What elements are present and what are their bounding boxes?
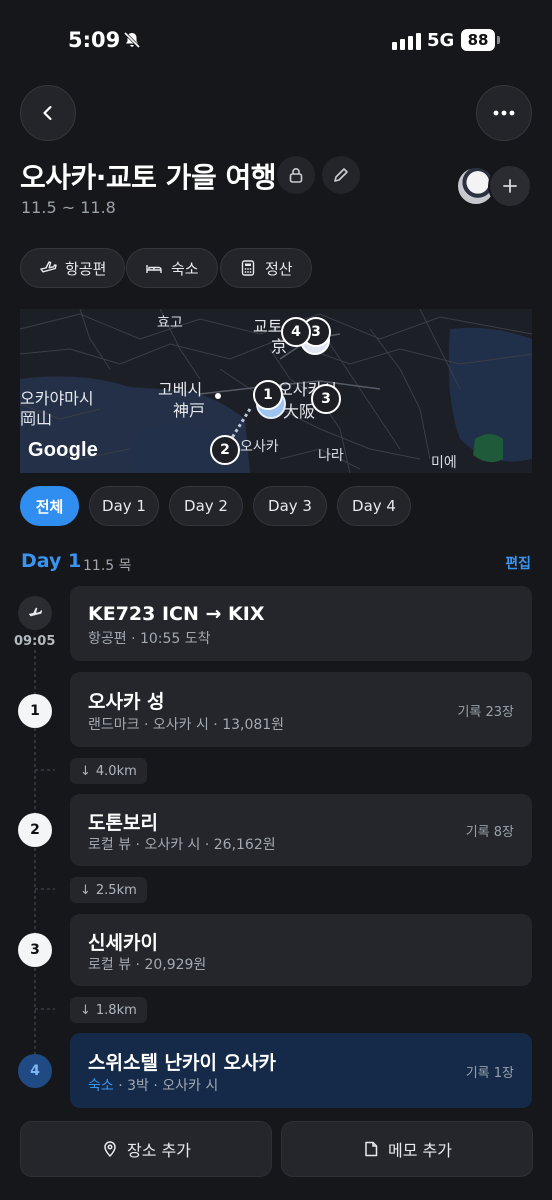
map-pin-2[interactable]: 2 <box>210 435 240 465</box>
calculator-icon <box>241 260 255 276</box>
map-pin-3[interactable]: 3 <box>311 384 341 414</box>
distance-badge-2: ↓ 2.5km <box>70 877 147 903</box>
place-card-2[interactable]: 도톤보리 로컬 뷰 · 오사카 시 · 26,162원 기록 8장 <box>70 794 532 866</box>
place-number-2: 2 <box>18 813 52 847</box>
place-subtitle-4-rest: · 3박 · 오사카 시 <box>113 1078 219 1094</box>
map-label-hyogo: 효고 <box>157 315 183 331</box>
place-name-4: 스위소텔 난카이 오사카 <box>88 1052 277 1074</box>
place-subtitle-1: 랜드마크 · 오사카 시 · 13,081원 <box>88 717 285 733</box>
lock-icon <box>289 168 303 183</box>
distance-value-2: 2.5km <box>95 882 137 898</box>
arrow-down-icon: ↓ <box>80 1002 91 1018</box>
place-number-3: 3 <box>18 933 52 967</box>
flight-chip[interactable]: 항공편 <box>20 248 126 288</box>
distance-badge-3: ↓ 1.8km <box>70 997 147 1023</box>
memo-icon <box>365 1141 378 1157</box>
settlement-chip[interactable]: 정산 <box>220 248 312 288</box>
add-memo-button[interactable]: 메모 추가 <box>281 1121 533 1177</box>
place-card-3[interactable]: 신세카이 로컬 뷰 · 20,929원 <box>70 914 532 986</box>
airplane-icon <box>28 607 43 617</box>
tab-day-2[interactable]: Day 2 <box>169 486 243 526</box>
place-records-2[interactable]: 기록 8장 <box>466 821 514 840</box>
day-title: Day 1 <box>21 550 82 572</box>
edit-title-button[interactable] <box>322 156 360 194</box>
flight-timeline-dot <box>18 596 52 630</box>
location-pin-icon <box>104 1141 116 1158</box>
map-label-nara: 나라 <box>318 448 344 464</box>
tab-day-4[interactable]: Day 4 <box>337 486 411 526</box>
place-number-4: 4 <box>18 1054 52 1088</box>
lock-button[interactable] <box>277 156 315 194</box>
flight-card[interactable]: KE723 ICN → KIX 항공편 · 10:55 도착 <box>70 586 532 661</box>
lodging-tag: 숙소 <box>88 1078 114 1094</box>
bed-icon <box>146 265 162 273</box>
back-button[interactable] <box>20 85 76 141</box>
tab-day-3[interactable]: Day 3 <box>253 486 327 526</box>
distance-value-3: 1.8km <box>95 1002 137 1018</box>
map-label-osaka: 오사카 <box>240 439 279 455</box>
flight-chip-label: 항공편 <box>65 259 107 278</box>
add-memo-label: 메모 추가 <box>388 1141 452 1160</box>
cellular-signal-icon <box>392 33 421 50</box>
pencil-icon <box>334 168 348 182</box>
tab-all[interactable]: 전체 <box>20 486 79 526</box>
more-button[interactable] <box>476 85 532 141</box>
map-pin-1[interactable]: 1 <box>253 380 283 410</box>
place-number-1: 1 <box>18 694 52 728</box>
status-time: 5:09 <box>68 28 121 52</box>
bell-off-icon <box>123 31 141 49</box>
place-subtitle-3: 로컬 뷰 · 20,929원 <box>88 957 207 973</box>
airplane-icon <box>40 261 57 273</box>
place-records-1[interactable]: 기록 23장 <box>457 701 514 720</box>
plus-icon <box>503 179 517 193</box>
arrow-down-icon: ↓ <box>80 763 91 779</box>
flight-title: KE723 ICN → KIX <box>88 603 265 625</box>
distance-badge-1: ↓ 4.0km <box>70 758 147 784</box>
place-name-2: 도톤보리 <box>88 812 158 834</box>
more-horizontal-icon <box>493 110 515 116</box>
google-logo: Google <box>28 439 99 461</box>
place-subtitle-2: 로컬 뷰 · 오사카 시 · 26,162원 <box>88 837 276 853</box>
place-name-1: 오사카 성 <box>88 691 165 713</box>
network-type: 5G <box>427 30 455 51</box>
tab-day-1[interactable]: Day 1 <box>89 486 159 526</box>
map-label-osaka-kanji: 大阪 <box>283 402 316 421</box>
battery-tip <box>497 36 500 44</box>
place-records-4[interactable]: 기록 1장 <box>466 1062 514 1081</box>
place-card-4[interactable]: 스위소텔 난카이 오사카 숙소 · 3박 · 오사카 시 기록 1장 <box>70 1033 532 1108</box>
edit-button[interactable]: 편집 <box>505 553 531 573</box>
map-label-kobe-kanji: 神戸 <box>173 401 206 420</box>
arrow-down-icon: ↓ <box>80 882 91 898</box>
status-bar: 5:09 5G 88 <box>0 0 552 84</box>
trip-title: 오사카·교토 가을 여행 <box>20 161 276 194</box>
place-subtitle-4: 숙소 · 3박 · 오사카 시 <box>88 1075 218 1095</box>
add-place-button[interactable]: 장소 추가 <box>20 1121 272 1177</box>
settlement-chip-label: 정산 <box>265 259 293 278</box>
lodging-chip-label: 숙소 <box>171 259 199 278</box>
add-place-label: 장소 추가 <box>127 1141 191 1160</box>
flight-time: 09:05 <box>14 634 56 649</box>
distance-value-1: 4.0km <box>95 763 137 779</box>
map-view[interactable]: 효고 교토 京 오카야마시 岡山 고베시 神戸 오사카시 大阪 오사카 나라 미… <box>20 309 532 473</box>
place-card-1[interactable]: 오사카 성 랜드마크 · 오사카 시 · 13,081원 기록 23장 <box>70 672 532 747</box>
map-pin-4[interactable]: 4 <box>281 317 311 347</box>
lodging-chip[interactable]: 숙소 <box>126 248 218 288</box>
map-label-okayama-kanji: 岡山 <box>20 409 53 428</box>
flight-subtitle: 항공편 · 10:55 도착 <box>88 631 211 647</box>
trip-dates: 11.5 ~ 11.8 <box>21 198 116 217</box>
day-date: 11.5 목 <box>83 558 132 574</box>
chevron-left-icon <box>43 105 52 121</box>
map-label-mie: 미에 <box>431 455 457 471</box>
battery-indicator: 88 <box>461 29 495 51</box>
place-name-3: 신세카이 <box>88 932 158 954</box>
add-member-button[interactable] <box>488 164 532 208</box>
